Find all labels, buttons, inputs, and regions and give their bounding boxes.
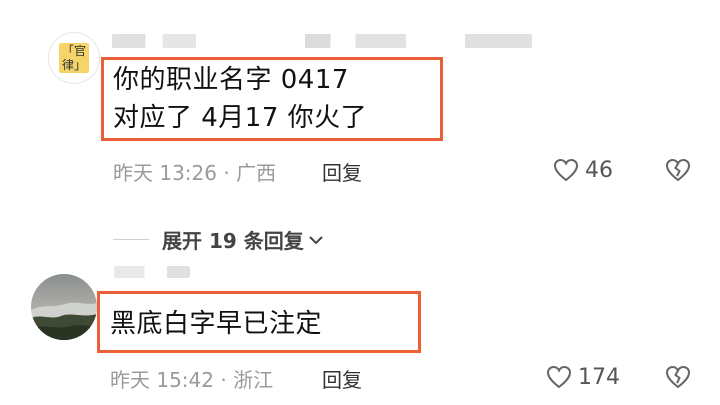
comment-time: 昨天 13:26 xyxy=(113,161,217,185)
reply-button[interactable]: 回复 xyxy=(322,364,362,393)
comment-meta: 昨天 13:26 · 广西 xyxy=(113,161,277,185)
broken-heart-icon[interactable] xyxy=(665,158,691,182)
comment-location: 浙江 xyxy=(233,368,274,392)
broken-heart-icon[interactable] xyxy=(665,365,691,389)
avatar[interactable]: 「官 律」 xyxy=(48,32,100,84)
comment-time: 昨天 15:42 xyxy=(110,368,214,392)
chevron-down-icon xyxy=(308,234,324,246)
reply-button[interactable]: 回复 xyxy=(322,157,362,186)
comment-meta: 昨天 15:42 · 浙江 xyxy=(110,368,274,392)
avatar[interactable] xyxy=(31,274,97,340)
expand-divider-line xyxy=(113,239,149,240)
username-blurred[interactable] xyxy=(114,266,190,278)
heart-outline-icon[interactable] xyxy=(553,158,579,182)
avatar-logo-text: 「官 律」 xyxy=(59,43,89,73)
username-blurred[interactable] xyxy=(112,34,532,48)
like-count: 174 xyxy=(578,365,620,390)
comment-text: 黑底白字早已注定 xyxy=(110,309,323,339)
comment-location: 广西 xyxy=(236,161,277,185)
like-count: 46 xyxy=(585,158,613,183)
expand-replies-label: 展开 19 条回复 xyxy=(162,229,304,253)
comment-text-line-2: 对应了 4月17 你火了 xyxy=(113,103,368,133)
comment-text-line-1: 你的职业名字 0417 xyxy=(113,65,349,95)
expand-replies-button[interactable]: 展开 19 条回复 xyxy=(162,225,324,254)
heart-outline-icon[interactable] xyxy=(546,365,572,389)
